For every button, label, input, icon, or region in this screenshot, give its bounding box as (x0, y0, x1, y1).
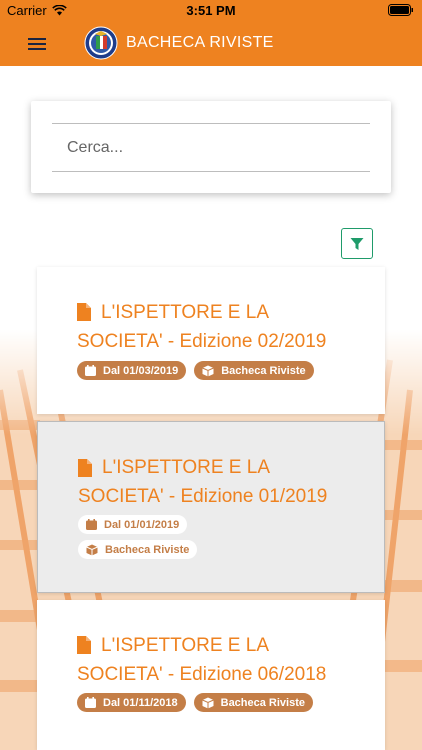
magazine-title: L'ISPETTORE E LA SOCIETA' - Edizione 06/… (77, 635, 327, 685)
card-badges: Dal 01/03/2019 Bacheca Riviste (77, 361, 314, 380)
search-input[interactable] (52, 125, 370, 170)
magazine-title: L'ISPETTORE E LA SOCIETA' - Edizione 01/… (78, 457, 328, 507)
card-badges: Dal 01/01/2019 Bacheca Riviste (78, 515, 278, 559)
card-badges: Dal 01/11/2018 Bacheca Riviste (77, 693, 314, 712)
date-badge: Dal 01/01/2019 (78, 515, 188, 534)
funnel-icon (350, 237, 364, 250)
page-title: BACHECA RIVISTE (126, 34, 274, 51)
magazine-card[interactable]: L'ISPETTORE E LA SOCIETA' - Edizione 01/… (37, 421, 385, 593)
navigation-bar: BACHECA RIVISTE (0, 22, 422, 66)
cube-icon (86, 544, 98, 555)
category-badge: Bacheca Riviste (194, 361, 314, 380)
date-badge: Dal 01/11/2018 (77, 693, 186, 712)
calendar-icon (86, 519, 97, 530)
police-emblem-logo (84, 26, 118, 60)
date-badge: Dal 01/03/2019 (77, 361, 187, 380)
calendar-icon (85, 697, 96, 708)
cube-icon (202, 365, 214, 376)
magazine-card[interactable]: L'ISPETTORE E LA SOCIETA' - Edizione 02/… (37, 267, 385, 414)
status-bar: Carrier 3:51 PM (0, 0, 422, 22)
category-badge: Bacheca Riviste (193, 693, 314, 712)
battery-icon (388, 4, 413, 16)
magazine-title: L'ISPETTORE E LA SOCIETA' - Edizione 02/… (77, 302, 327, 352)
search-card (31, 101, 391, 193)
divider (52, 123, 370, 124)
calendar-icon (85, 365, 96, 376)
category-badge: Bacheca Riviste (78, 540, 198, 559)
filter-button[interactable] (341, 228, 373, 259)
magazine-card[interactable]: L'ISPETTORE E LA SOCIETA' - Edizione 06/… (37, 600, 385, 750)
cube-icon (201, 697, 214, 708)
hamburger-menu-button[interactable] (28, 34, 54, 54)
status-time: 3:51 PM (186, 3, 236, 18)
divider (52, 171, 370, 172)
